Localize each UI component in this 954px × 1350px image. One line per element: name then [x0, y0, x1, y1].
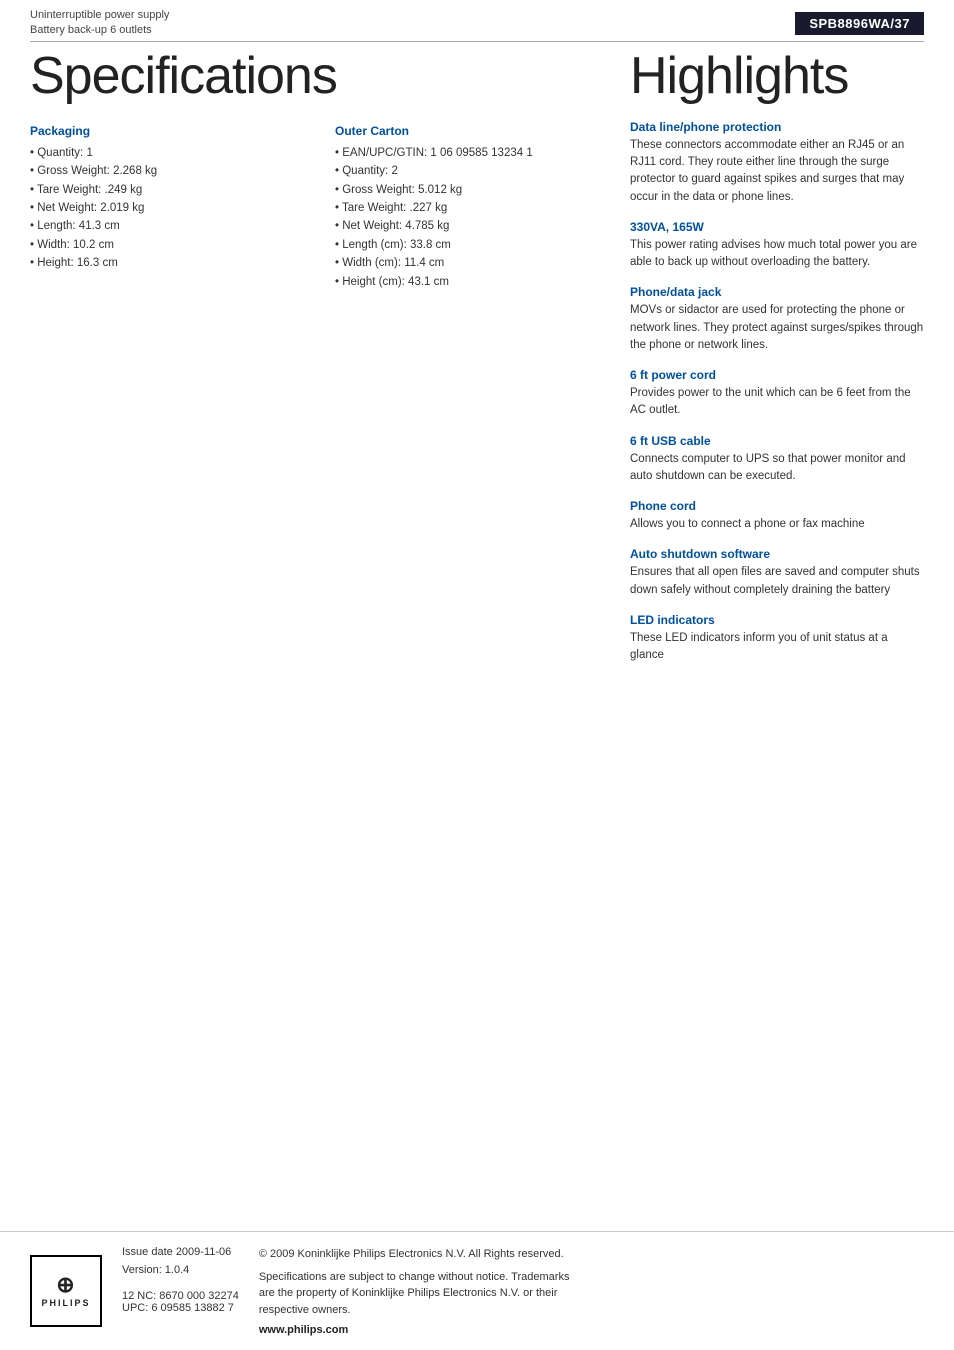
packaging-list: Quantity: 1Gross Weight: 2.268 kgTare We…: [30, 144, 305, 273]
highlight-title: LED indicators: [630, 613, 924, 627]
packaging-title: Packaging: [30, 124, 305, 138]
left-column: Specifications Packaging Quantity: 1Gros…: [30, 42, 610, 679]
list-item: Quantity: 2: [335, 162, 610, 180]
highlight-title: Phone cord: [630, 499, 924, 513]
packaging-section: Packaging Quantity: 1Gross Weight: 2.268…: [30, 124, 305, 291]
philips-logo: ⊕ PHILIPS: [30, 1255, 102, 1327]
right-column: Highlights Data line/phone protection The…: [630, 42, 924, 679]
highlight-title: 330VA, 165W: [630, 220, 924, 234]
outer-carton-list: EAN/UPC/GTIN: 1 06 09585 13234 1Quantity…: [335, 144, 610, 291]
list-item: Length: 41.3 cm: [30, 217, 305, 235]
highlight-desc: MOVs or sidactor are used for protecting…: [630, 302, 924, 354]
footer-col-copyright: © 2009 Koninklijke Philips Electronics N…: [259, 1246, 579, 1336]
notice-text: Specifications are subject to change wit…: [259, 1269, 579, 1319]
highlight-title: Auto shutdown software: [630, 547, 924, 561]
product-subtitle: Uninterruptible power supply Battery bac…: [30, 8, 169, 39]
list-item: Height: 16.3 cm: [30, 254, 305, 272]
footer-info: Issue date 2009-11-06 Version: 1.0.4 12 …: [122, 1246, 924, 1336]
highlight-item: Phone cord Allows you to connect a phone …: [630, 499, 924, 533]
copyright-line: © 2009 Koninklijke Philips Electronics N…: [259, 1248, 564, 1260]
page-title: Specifications: [30, 46, 610, 106]
notice-line: Specifications are subject to change wit…: [259, 1271, 570, 1316]
highlight-title: 6 ft USB cable: [630, 434, 924, 448]
list-item: Gross Weight: 2.268 kg: [30, 162, 305, 180]
list-item: Tare Weight: .227 kg: [335, 199, 610, 217]
nc-label: 12 NC: 8670 000 32274: [122, 1290, 239, 1302]
list-item: Width: 10.2 cm: [30, 236, 305, 254]
list-item: Quantity: 1: [30, 144, 305, 162]
highlight-item: 330VA, 165W This power rating advises how…: [630, 220, 924, 272]
highlight-desc: These LED indicators inform you of unit …: [630, 630, 924, 665]
issue-date-label: Issue date 2009-11-06: [122, 1246, 239, 1258]
product-code-box: SPB8896WA/37: [795, 12, 924, 35]
highlight-item: 6 ft power cord Provides power to the uni…: [630, 368, 924, 420]
specs-grid: Packaging Quantity: 1Gross Weight: 2.268…: [30, 124, 610, 291]
highlights-list: Data line/phone protection These connecto…: [630, 120, 924, 665]
copyright-text: © 2009 Koninklijke Philips Electronics N…: [259, 1246, 579, 1263]
highlight-desc: Connects computer to UPS so that power m…: [630, 451, 924, 486]
highlight-title: 6 ft power cord: [630, 368, 924, 382]
footer: ⊕ PHILIPS Issue date 2009-11-06 Version:…: [0, 1231, 954, 1350]
page: Uninterruptible power supply Battery bac…: [0, 0, 954, 1350]
highlight-item: Phone/data jack MOVs or sidactor are used…: [630, 285, 924, 354]
highlight-item: LED indicators These LED indicators infor…: [630, 613, 924, 665]
highlight-item: 6 ft USB cable Connects computer to UPS s…: [630, 434, 924, 486]
highlight-title: Data line/phone protection: [630, 120, 924, 134]
philips-logo-icon: ⊕: [56, 1274, 75, 1296]
subtitle-line2: Battery back-up 6 outlets: [30, 23, 169, 38]
list-item: Net Weight: 4.785 kg: [335, 217, 610, 235]
list-item: Width (cm): 11.4 cm: [335, 254, 610, 272]
philips-logo-wordmark: PHILIPS: [41, 1298, 90, 1308]
website-link[interactable]: www.philips.com: [259, 1324, 579, 1336]
highlight-desc: Ensures that all open files are saved an…: [630, 564, 924, 599]
highlight-desc: These connectors accommodate either an R…: [630, 137, 924, 206]
highlight-desc: Allows you to connect a phone or fax mac…: [630, 516, 924, 533]
list-item: Length (cm): 33.8 cm: [335, 236, 610, 254]
highlight-item: Auto shutdown software Ensures that all o…: [630, 547, 924, 599]
version-label: Version: 1.0.4: [122, 1264, 239, 1276]
outer-carton-section: Outer Carton EAN/UPC/GTIN: 1 06 09585 13…: [335, 124, 610, 291]
main-content: Specifications Packaging Quantity: 1Gros…: [0, 42, 954, 679]
upc-label: UPC: 6 09585 13882 7: [122, 1302, 239, 1314]
list-item: Height (cm): 43.1 cm: [335, 273, 610, 291]
top-bar: Uninterruptible power supply Battery bac…: [0, 0, 954, 41]
highlight-item: Data line/phone protection These connecto…: [630, 120, 924, 206]
highlight-desc: Provides power to the unit which can be …: [630, 385, 924, 420]
list-item: EAN/UPC/GTIN: 1 06 09585 13234 1: [335, 144, 610, 162]
highlight-desc: This power rating advises how much total…: [630, 237, 924, 272]
list-item: Tare Weight: .249 kg: [30, 181, 305, 199]
subtitle-line1: Uninterruptible power supply: [30, 8, 169, 23]
highlight-title: Phone/data jack: [630, 285, 924, 299]
list-item: Gross Weight: 5.012 kg: [335, 181, 610, 199]
highlights-title: Highlights: [630, 46, 924, 106]
list-item: Net Weight: 2.019 kg: [30, 199, 305, 217]
outer-carton-title: Outer Carton: [335, 124, 610, 138]
footer-col-dates: Issue date 2009-11-06 Version: 1.0.4 12 …: [122, 1246, 239, 1336]
